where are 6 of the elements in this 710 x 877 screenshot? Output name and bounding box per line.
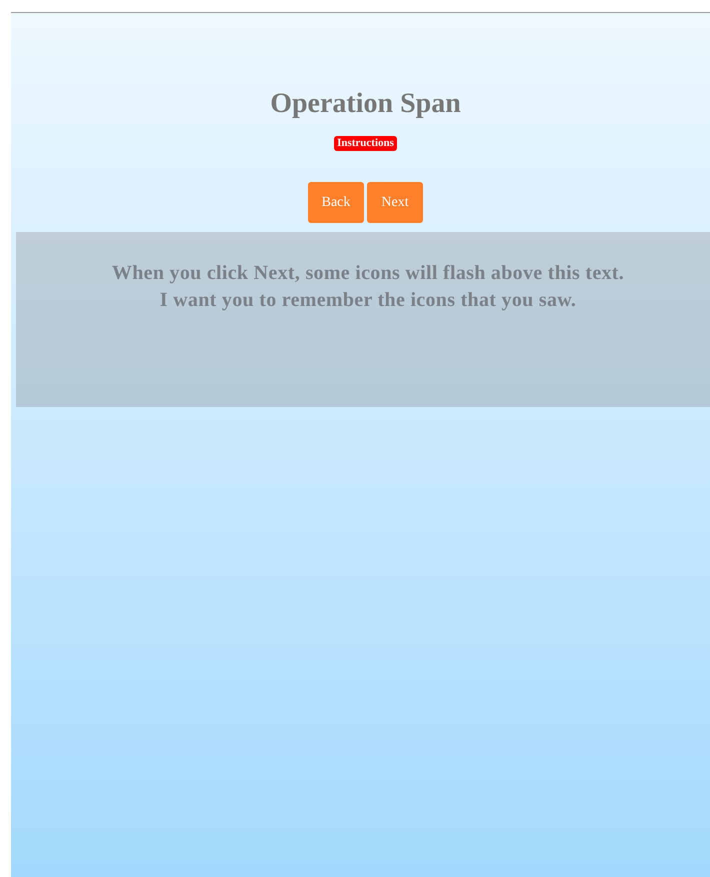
nav-button[interactable]: Next (367, 182, 423, 223)
page-title: Operation Span (270, 87, 461, 121)
instruction-text: When you click Next, some icons will flash above this text. (112, 261, 624, 286)
instruction-text: I want you to remember the icons that you saw. (160, 288, 576, 313)
nav-button[interactable]: Back (308, 182, 364, 223)
instructions-badge: Instructions (334, 136, 397, 151)
